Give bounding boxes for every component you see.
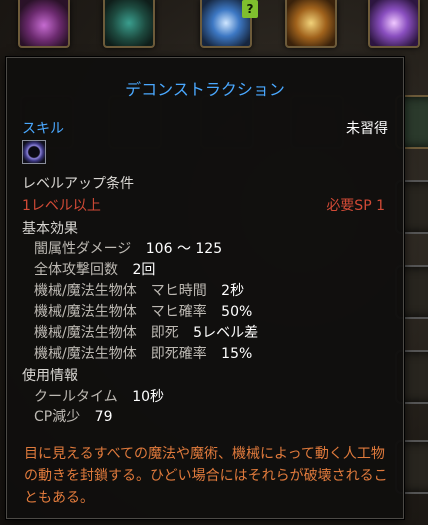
effect-name: 機械/魔法生物体 マヒ時間	[34, 283, 207, 299]
level-requirement: 1レベル以上	[22, 198, 101, 214]
effect-row: 機械/魔法生物体 即死 5レベル差	[34, 322, 258, 342]
usage-value: 10秒	[132, 389, 165, 405]
effect-value: 50%	[221, 304, 253, 320]
usage-name: CP減少	[34, 409, 81, 425]
effect-value: 2秒	[221, 283, 245, 299]
usage-header: 使用情報	[22, 368, 78, 384]
skill-label: スキル	[22, 121, 64, 137]
tree-figure-icon[interactable]	[103, 0, 155, 48]
lightning-icon[interactable]	[368, 0, 420, 48]
effect-row: 機械/魔法生物体 マヒ時間 2秒	[34, 280, 244, 300]
effect-name: 闇属性ダメージ	[34, 241, 132, 257]
dark-ring-icon	[22, 140, 46, 164]
usage-name: クールタイム	[34, 389, 118, 405]
effect-row: 機械/魔法生物体 即死確率 15%	[34, 343, 252, 363]
skill-tooltip: デコンストラクション スキル 未習得 レベルアップ条件 1レベル以上 必要SP …	[6, 57, 404, 519]
levelup-header: レベルアップ条件	[22, 176, 134, 192]
usage-value: 79	[94, 409, 113, 425]
effect-name: 機械/魔法生物体 マヒ確率	[34, 304, 207, 320]
flower-orb-icon[interactable]	[18, 0, 70, 48]
effect-value: 2回	[132, 262, 156, 278]
skill-description: 目に見えるすべての魔法や魔術、機械によって動く人工物の動きを封鎖する。ひどい場合…	[24, 446, 388, 506]
effects-header: 基本効果	[22, 221, 78, 237]
effect-value: 5レベル差	[193, 325, 259, 341]
sp-requirement: 必要SP 1	[326, 198, 385, 214]
effect-row: 闇属性ダメージ 106 ～ 125	[34, 238, 222, 258]
learn-status: 未習得	[346, 121, 388, 137]
skill-title: デコンストラクション	[125, 80, 285, 99]
usage-row: クールタイム 10秒	[34, 386, 164, 406]
effect-row: 全体攻撃回数 2回	[34, 259, 155, 279]
usage-row: CP減少 79	[34, 406, 113, 426]
golden-emblem-icon[interactable]	[285, 0, 337, 48]
effect-row: 機械/魔法生物体 マヒ確率 50%	[34, 301, 252, 321]
effect-value: 106 ～ 125	[145, 241, 223, 257]
effect-name: 全体攻撃回数	[34, 262, 118, 278]
effect-name: 機械/魔法生物体 即死確率	[34, 346, 207, 362]
effect-value: 15%	[221, 346, 253, 362]
question-badge: ?	[242, 0, 258, 18]
effect-name: 機械/魔法生物体 即死	[34, 325, 179, 341]
